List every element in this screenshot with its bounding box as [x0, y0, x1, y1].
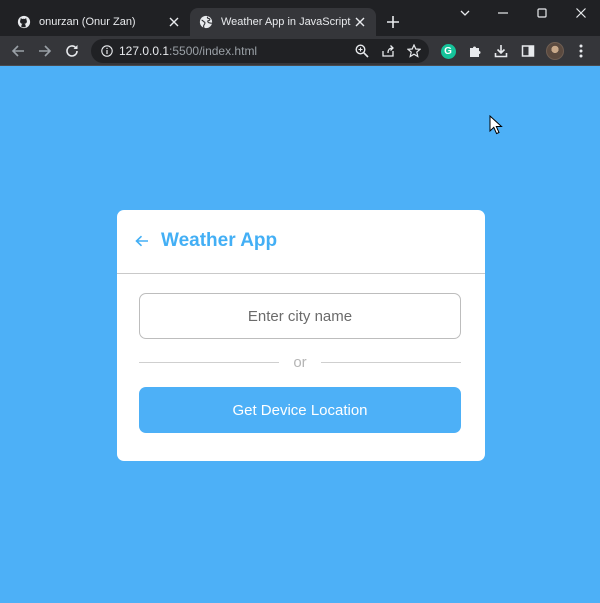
card-header: Weather App	[117, 210, 485, 274]
new-tab-button[interactable]	[383, 12, 403, 32]
share-icon[interactable]	[379, 42, 397, 60]
zoom-icon[interactable]	[353, 42, 371, 60]
get-device-location-button[interactable]: Get Device Location	[139, 387, 461, 433]
weather-app-card: Weather App or Get Device Location	[117, 210, 485, 461]
browser-toolbar: 127.0.0.1:5500/index.html G	[0, 36, 600, 66]
forward-nav-icon[interactable]	[35, 41, 55, 61]
extensions-puzzle-icon[interactable]	[465, 41, 485, 61]
address-bar[interactable]: 127.0.0.1:5500/index.html	[91, 39, 429, 63]
github-icon	[17, 15, 31, 29]
close-tab-icon[interactable]	[166, 14, 182, 30]
tab-search-chevron-icon[interactable]	[446, 0, 484, 26]
close-window-icon[interactable]	[562, 0, 600, 26]
back-nav-icon[interactable]	[8, 41, 28, 61]
tab-weather-app[interactable]: Weather App in JavaScript	[190, 8, 376, 36]
download-icon[interactable]	[491, 41, 511, 61]
profile-avatar[interactable]	[545, 41, 565, 61]
browser-menu-icon[interactable]	[571, 41, 591, 61]
globe-icon	[199, 15, 213, 29]
maximize-icon[interactable]	[523, 0, 561, 26]
grammarly-extension-icon[interactable]: G	[438, 41, 458, 61]
browser-tab-strip: onurzan (Onur Zan) Weather App in JavaSc…	[0, 0, 600, 36]
avatar-image	[546, 42, 564, 60]
tab-title: onurzan (Onur Zan)	[39, 16, 136, 28]
minimize-icon[interactable]	[484, 0, 522, 26]
separator-line-left	[139, 362, 279, 363]
city-name-input[interactable]	[139, 293, 461, 339]
close-tab-icon[interactable]	[352, 14, 368, 30]
bookmark-star-icon[interactable]	[405, 42, 423, 60]
reload-icon[interactable]	[62, 41, 82, 61]
side-panel-icon[interactable]	[518, 41, 538, 61]
tab-title: Weather App in JavaScript	[221, 16, 351, 28]
address-url: 127.0.0.1:5500/index.html	[119, 44, 257, 58]
separator-or-text: or	[293, 354, 307, 371]
url-path: :5500/index.html	[169, 44, 258, 58]
site-info-icon[interactable]	[99, 43, 115, 59]
mouse-pointer-icon	[489, 115, 503, 135]
separator-line-right	[321, 362, 461, 363]
arrow-left-icon[interactable]	[133, 232, 151, 250]
url-host: 127.0.0.1	[119, 44, 170, 58]
grammarly-g-icon: G	[440, 43, 456, 59]
tab-github[interactable]: onurzan (Onur Zan)	[8, 8, 190, 36]
app-title: Weather App	[161, 230, 278, 251]
